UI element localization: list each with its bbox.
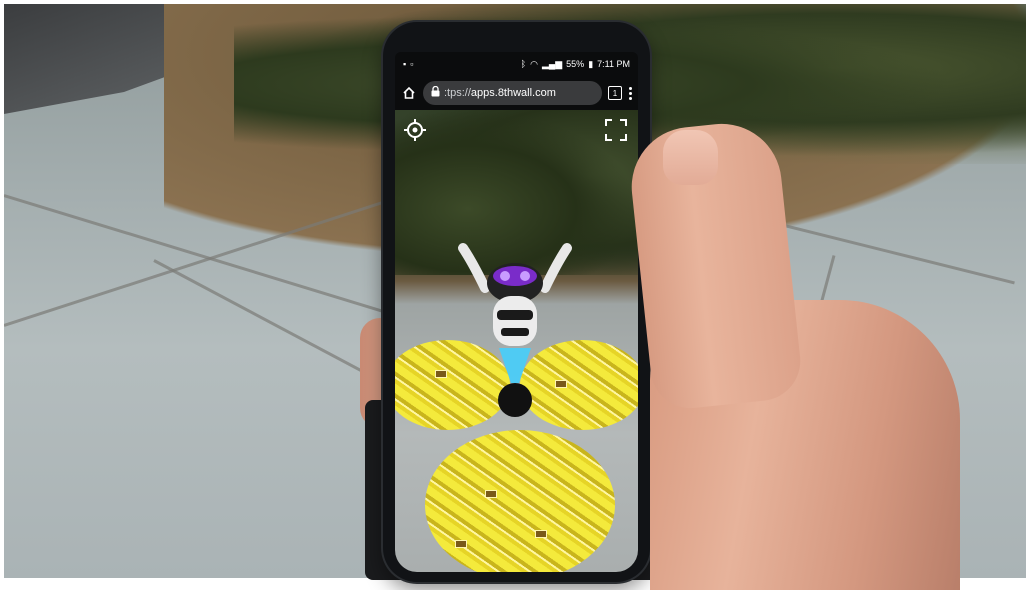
cash-bundle [485, 490, 497, 498]
signal-icon: ▂▄▆ [541, 58, 563, 69]
home-icon[interactable] [401, 85, 417, 101]
lock-icon [431, 85, 440, 100]
cash-bundle [535, 530, 547, 538]
battery-percent: 55% [566, 59, 585, 69]
wifi-icon: ◠ [530, 58, 538, 69]
address-bar[interactable]: :tps://apps.8thwall.com [423, 81, 602, 105]
status-bar: ▪ ▫ ᛒ ◠ ▂▄▆ 55% ▮ 7:11 PM [395, 52, 638, 76]
battery-icon: ▮ [588, 58, 594, 69]
url-domain: apps.8thwall.com [470, 87, 556, 99]
browser-toolbar: :tps://apps.8thwall.com 1 [395, 76, 638, 110]
phone-screen: ▪ ▫ ᛒ ◠ ▂▄▆ 55% ▮ 7:11 PM :tps://apps.8t… [395, 52, 638, 572]
cash-bundle [435, 370, 447, 378]
url-prefix: :tps:// [444, 87, 471, 99]
crosshair-icon[interactable] [403, 118, 427, 142]
bluetooth-icon: ᛒ [520, 58, 527, 69]
fullscreen-icon[interactable] [604, 118, 628, 142]
thumbnail [663, 130, 718, 185]
gold-pile-front [425, 430, 615, 572]
ar-viewport[interactable] [395, 110, 638, 572]
tab-count: 1 [612, 88, 618, 98]
robot-character [458, 243, 572, 417]
cash-bundle [455, 540, 467, 548]
clock: 7:11 PM [597, 59, 630, 69]
notification-icon: ▫ [410, 58, 414, 69]
tabs-icon[interactable]: 1 [608, 86, 622, 100]
smartphone: ▪ ▫ ᛒ ◠ ▂▄▆ 55% ▮ 7:11 PM :tps://apps.8t… [383, 22, 650, 582]
more-vert-icon[interactable] [628, 86, 632, 100]
video-icon: ▪ [403, 58, 407, 69]
